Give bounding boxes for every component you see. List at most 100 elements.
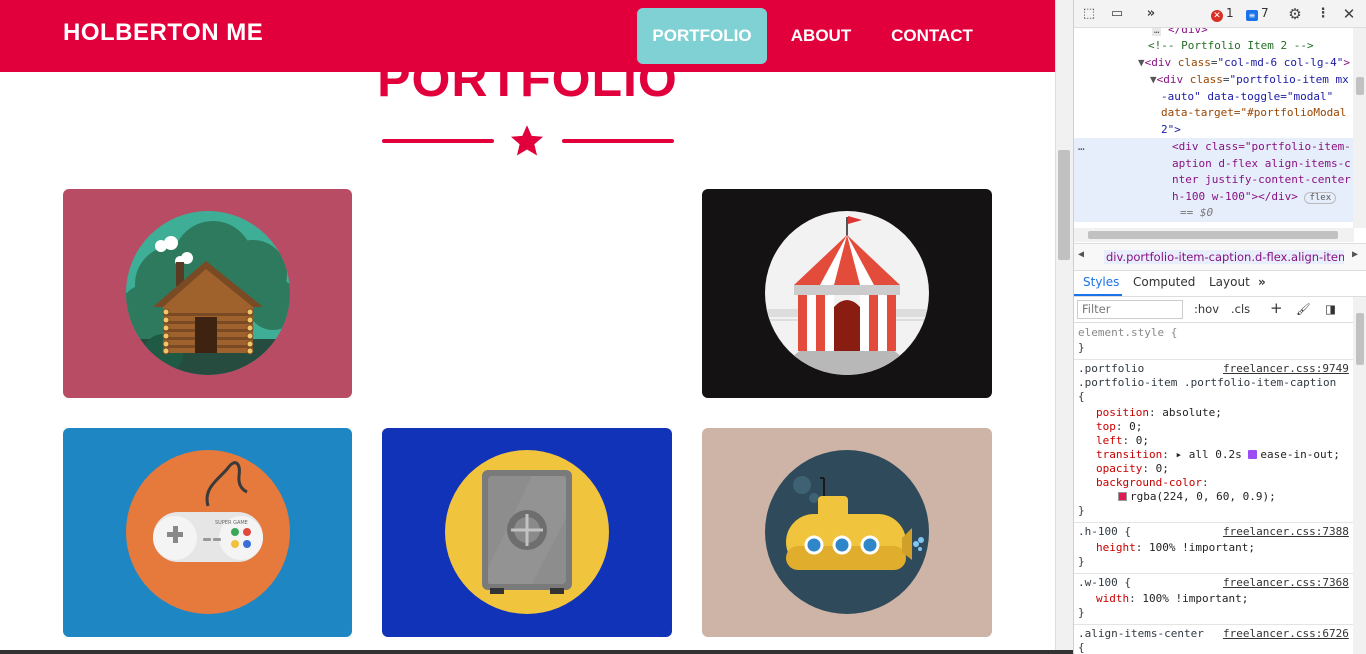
el-line-portfolio-item[interactable]: ▼<div class="portfolio-item mx [1150, 72, 1349, 89]
page-scrollbar[interactable] [1055, 0, 1073, 654]
breadcrumb-right-icon[interactable]: ▶ [1352, 249, 1358, 260]
selected-ellipsis-icon[interactable]: … [1078, 139, 1085, 156]
portfolio-item-controller[interactable]: SUPER GAME [63, 428, 352, 637]
portfolio-item-cabin[interactable] [63, 189, 352, 398]
tab-layout[interactable]: Layout [1209, 275, 1250, 289]
tabs-more-icon[interactable]: » [1258, 275, 1266, 289]
prop-top[interactable]: top: 0; [1096, 420, 1142, 434]
rule2-selector[interactable]: .h-100 { [1078, 525, 1131, 539]
elements-hscroll-thumb[interactable] [1088, 231, 1338, 239]
prop-transition[interactable]: transition: ▸ all 0.2s ease-in-out; [1096, 448, 1340, 462]
rule1-open-brace: { [1078, 390, 1085, 403]
rule3-selector[interactable]: .w-100 { [1078, 576, 1131, 590]
rule3-source-link[interactable]: freelancer.css:7368 [1223, 576, 1349, 590]
prop-background-color-value[interactable]: rgba(224, 0, 60, 0.9); [1118, 490, 1276, 504]
prop-position[interactable]: position: absolute; [1096, 406, 1222, 420]
rule-separator [1074, 359, 1353, 360]
device-toggle-icon[interactable]: ▭ [1108, 5, 1126, 23]
styles-vscroll-thumb[interactable] [1356, 313, 1364, 365]
prop-height[interactable]: height: 100% !important; [1096, 541, 1255, 555]
el-line-caption-4[interactable]: h-100 w-100"></div> flex [1172, 189, 1337, 207]
tab-computed[interactable]: Computed [1133, 275, 1195, 289]
star-icon [510, 125, 544, 156]
el-line-comment[interactable]: <!-- Portfolio Item 2 --> [1148, 38, 1314, 55]
rule-separator [1074, 573, 1353, 574]
page-scrollbar-thumb[interactable] [1058, 150, 1070, 260]
controller-label: SUPER GAME [215, 520, 248, 526]
rule-separator [1074, 522, 1353, 523]
rule1-source-link[interactable]: freelancer.css:9749 [1223, 362, 1349, 376]
log-cabin-icon [126, 211, 290, 375]
brand-logo[interactable]: HOLBERTON ME [63, 19, 263, 47]
rule1-close-brace: } [1078, 504, 1085, 517]
message-count-badge[interactable]: ≡ 7 [1246, 6, 1269, 21]
el-line-caption-2[interactable]: aption d-flex align-items-c [1172, 156, 1351, 173]
prop-background-color[interactable]: background-color: [1096, 476, 1209, 490]
tab-styles[interactable]: Styles [1083, 275, 1119, 289]
element-style-close: } [1078, 341, 1085, 354]
active-tab-indicator [1074, 294, 1122, 296]
new-rule-plus-icon[interactable]: + [1270, 299, 1283, 317]
rule2-source-link[interactable]: freelancer.css:7388 [1223, 525, 1349, 539]
devtools-panel: ⬚ ▭ » ✕ 1 ≡ 7 ⚙ ⋮ ✕ … </div> <!-- Portfoli… [1073, 0, 1366, 654]
color-swatch-icon[interactable] [1118, 492, 1127, 501]
el-line-modal-toggle[interactable]: -auto" data-toggle="modal" [1161, 89, 1333, 106]
breadcrumb-left-icon[interactable]: ◀ [1078, 249, 1092, 260]
elements-vscroll-thumb[interactable] [1356, 77, 1364, 95]
submarine-icon [765, 450, 929, 614]
el-line-col-div[interactable]: ▼<div class="col-md-6 col-lg-4"> [1138, 55, 1350, 72]
paint-brush-icon[interactable]: 🖌 [1296, 302, 1311, 316]
nav-contact[interactable]: CONTACT [878, 8, 986, 64]
rule4-source-link[interactable]: freelancer.css:6726 [1223, 627, 1349, 641]
nav-portfolio[interactable]: PORTFOLIO [637, 8, 767, 64]
inspect-element-icon[interactable]: ⬚ [1080, 5, 1098, 23]
rule1-selector-1[interactable]: .portfolio [1078, 362, 1144, 376]
prop-left[interactable]: left: 0; [1096, 434, 1149, 448]
website-viewport: HOLBERTON ME PORTFOLIO ABOUT CONTACT POR… [0, 0, 1055, 654]
rule2-close-brace: } [1078, 555, 1085, 568]
more-panels-icon[interactable]: » [1142, 5, 1160, 23]
error-count-badge[interactable]: ✕ 1 [1211, 6, 1234, 22]
close-devtools-icon[interactable]: ✕ [1340, 5, 1358, 23]
rule3-close-brace: } [1078, 606, 1085, 619]
rule1-selector-2[interactable]: .portfolio-item .portfolio-item-caption [1078, 376, 1336, 390]
portfolio-item-submarine[interactable] [702, 428, 992, 637]
styles-filter-bar: Filter :hov .cls + 🖌 ◨ [1074, 297, 1366, 323]
el-line-closing-div[interactable]: </div> [1168, 28, 1208, 36]
portfolio-item-circus[interactable] [702, 189, 992, 398]
el-line-caption-1[interactable]: <div class="portfolio-item- [1172, 139, 1351, 156]
circus-tent-icon [765, 211, 929, 375]
divider-line-right [562, 139, 674, 143]
portfolio-item-safe[interactable] [382, 428, 672, 637]
game-controller-icon: SUPER GAME [126, 450, 290, 614]
rule-separator [1074, 624, 1353, 625]
divider-line-left [382, 139, 494, 143]
prop-opacity[interactable]: opacity: 0; [1096, 462, 1169, 476]
el-line-caption-3[interactable]: nter justify-content-center [1172, 172, 1351, 189]
cls-toggle[interactable]: .cls [1231, 302, 1250, 316]
styles-filter-input[interactable]: Filter [1077, 300, 1183, 319]
easing-editor-icon[interactable] [1248, 450, 1258, 459]
elements-tree: … </div> <!-- Portfolio Item 2 --> ▼<div… [1074, 28, 1366, 228]
el-line-target-end[interactable]: 2"> [1161, 122, 1181, 139]
error-icon: ✕ [1211, 10, 1223, 22]
elements-vscroll[interactable] [1353, 28, 1366, 228]
flex-badge[interactable]: flex [1304, 192, 1337, 204]
rule4-selector[interactable]: .align-items-center [1078, 627, 1204, 641]
el-line-data-target[interactable]: data-target="#portfolioModal [1161, 105, 1346, 122]
el-line-dollar0: == $0 [1180, 206, 1214, 219]
rule4-open-brace: { [1078, 641, 1085, 654]
devtools-toolbar: ⬚ ▭ » ✕ 1 ≡ 7 ⚙ ⋮ ✕ [1074, 0, 1366, 28]
settings-gear-icon[interactable]: ⚙ [1286, 5, 1304, 23]
nav-about[interactable]: ABOUT [776, 8, 866, 64]
kebab-menu-icon[interactable]: ⋮ [1314, 5, 1332, 23]
prop-width[interactable]: width: 100% !important; [1096, 592, 1248, 606]
sidebar-toggle-icon[interactable]: ◨ [1325, 302, 1336, 316]
breadcrumb-selected[interactable]: div.portfolio-item-caption.d-flex.align-… [1104, 250, 1344, 264]
element-style-selector[interactable]: element.style { [1078, 326, 1177, 340]
hov-toggle[interactable]: :hov [1194, 302, 1219, 316]
message-icon: ≡ [1246, 10, 1258, 21]
safe-icon [445, 450, 609, 614]
collapsed-ellipsis[interactable]: … [1152, 28, 1162, 36]
breadcrumb: ◀ div.portfolio-item-caption.d-flex.alig… [1074, 243, 1366, 271]
